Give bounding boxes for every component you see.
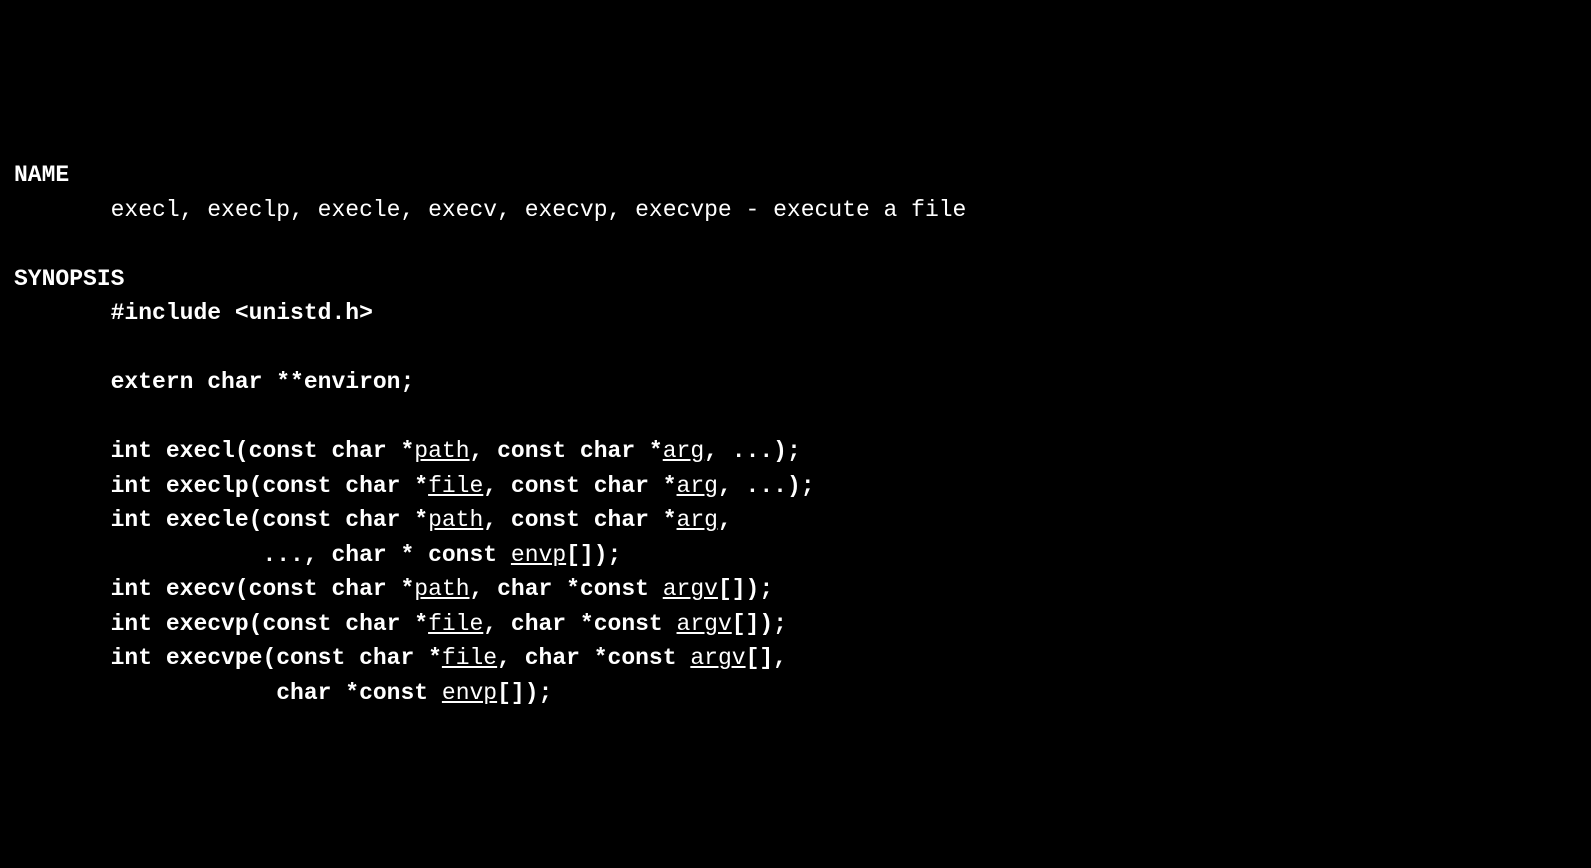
- func-execvp-mid: , char *const: [483, 611, 676, 637]
- func-execle-pre: int execle(const char *: [111, 507, 428, 533]
- func-execv-arg2: argv: [663, 576, 718, 602]
- func-execvpe-cont-pre: char *const: [276, 680, 442, 706]
- func-execlp-arg2: arg: [677, 473, 718, 499]
- func-execl-arg1: path: [414, 438, 469, 464]
- func-execv-post: []);: [718, 576, 773, 602]
- section-synopsis-header: SYNOPSIS: [14, 266, 124, 292]
- func-execlp-arg1: file: [428, 473, 483, 499]
- func-execl-pre: int execl(const char *: [111, 438, 415, 464]
- func-execl-arg2: arg: [663, 438, 704, 464]
- func-execle-mid: , const char *: [483, 507, 676, 533]
- func-execvp-arg2: argv: [677, 611, 732, 637]
- func-execle-cont-pre: ..., char * const: [262, 542, 510, 568]
- func-execv-arg1: path: [414, 576, 469, 602]
- name-description: execl, execlp, execle, execv, execvp, ex…: [111, 197, 967, 223]
- func-execvpe-post: [],: [746, 645, 787, 671]
- func-execle-cont-post: []);: [566, 542, 621, 568]
- func-execlp-mid: , const char *: [483, 473, 676, 499]
- func-execvpe-arg1: file: [442, 645, 497, 671]
- func-execl-mid: , const char *: [470, 438, 663, 464]
- func-execle-cont-arg1: envp: [511, 542, 566, 568]
- func-execvp-arg1: file: [428, 611, 483, 637]
- func-execlp-post: , ...);: [718, 473, 815, 499]
- func-execl-post: , ...);: [704, 438, 801, 464]
- func-execle-arg2: arg: [677, 507, 718, 533]
- func-execvpe-pre: int execvpe(const char *: [111, 645, 442, 671]
- func-execvpe-cont-post: []);: [497, 680, 552, 706]
- func-execle-post: ,: [718, 507, 732, 533]
- func-execle-arg1: path: [428, 507, 483, 533]
- func-execvpe-mid: , char *const: [497, 645, 690, 671]
- func-execvp-pre: int execvp(const char *: [111, 611, 428, 637]
- func-execvpe-cont-arg1: envp: [442, 680, 497, 706]
- func-execvpe-arg2: argv: [690, 645, 745, 671]
- section-name-header: NAME: [14, 162, 69, 188]
- func-execv-mid: , char *const: [470, 576, 663, 602]
- func-execvp-post: []);: [732, 611, 787, 637]
- func-execlp-pre: int execlp(const char *: [111, 473, 428, 499]
- extern-line: extern char **environ;: [111, 369, 415, 395]
- func-execv-pre: int execv(const char *: [111, 576, 415, 602]
- include-line: #include <unistd.h>: [111, 300, 373, 326]
